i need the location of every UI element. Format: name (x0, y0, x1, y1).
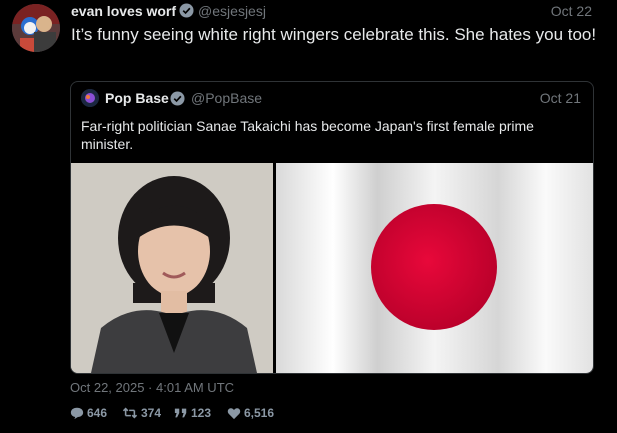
portrait-photo[interactable] (71, 163, 273, 373)
tweet-text: It’s funny seeing white right wingers ce… (71, 25, 597, 44)
tweet-timestamp[interactable]: Oct 22, 2025 · 4:01 AM UTC (70, 380, 234, 395)
retweet-count: 374 (141, 406, 162, 420)
author-handle[interactable]: @esjesjesj (198, 3, 266, 19)
avatar[interactable] (12, 4, 60, 52)
verified-badge-icon (179, 3, 194, 21)
retweet-icon (122, 406, 141, 420)
tweet-date[interactable]: Oct 22 (551, 3, 592, 19)
tweet: evan loves worf @esjesjesj Oct 22 It’s fu… (0, 0, 617, 433)
quoted-tweet-header: Pop Base @PopBase Oct 21 (81, 89, 581, 109)
reply-button[interactable]: 646 (70, 406, 107, 420)
author-name[interactable]: evan loves worf (71, 3, 176, 19)
quote-button[interactable]: 123 (174, 406, 211, 420)
quoted-tweet[interactable]: Pop Base @PopBase Oct 21 Far-right polit… (70, 81, 594, 374)
tweet-header: evan loves worf @esjesjesj Oct 22 (71, 3, 592, 21)
retweet-button[interactable]: 374 (122, 406, 161, 420)
quoted-tweet-text: Far-right politician Sanae Takaichi has … (81, 118, 534, 152)
quote-icon (174, 406, 191, 420)
quoted-avatar[interactable] (81, 89, 99, 107)
japan-flag-image[interactable] (276, 163, 593, 373)
verified-badge-icon (170, 91, 185, 109)
reply-icon (70, 406, 87, 420)
heart-icon (227, 406, 244, 420)
quoted-media (71, 163, 593, 373)
like-button[interactable]: 6,516 (227, 406, 274, 420)
quote-count: 123 (191, 406, 212, 420)
quoted-author-handle[interactable]: @PopBase (191, 90, 262, 106)
like-count: 6,516 (244, 406, 275, 420)
reply-count: 646 (87, 406, 108, 420)
quoted-author-name[interactable]: Pop Base (105, 90, 169, 106)
quoted-tweet-date[interactable]: Oct 21 (540, 90, 581, 106)
